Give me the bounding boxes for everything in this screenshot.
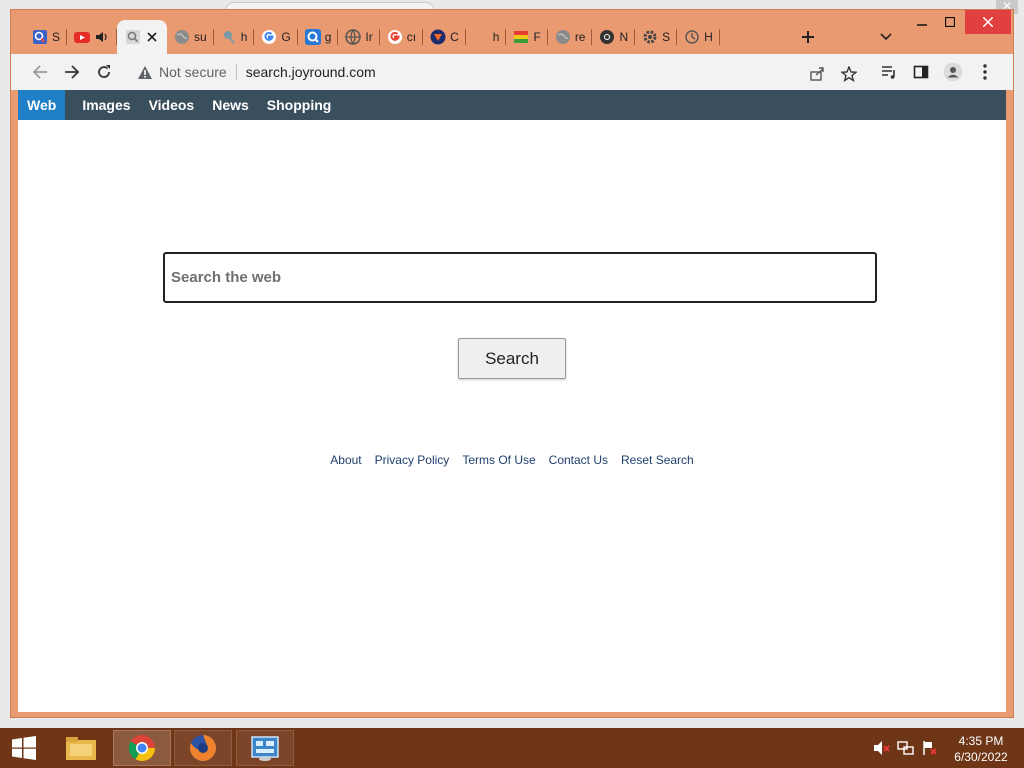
browser-tab[interactable]: G	[254, 20, 299, 54]
browser-tab[interactable]: re	[548, 20, 593, 54]
footer-links: About Privacy Policy Terms Of Use Contac…	[18, 453, 1006, 467]
clock-time: 4:35 PM	[958, 734, 1004, 748]
tab-title: S	[662, 30, 671, 44]
youtube-icon	[74, 29, 91, 45]
shield-icon	[430, 29, 446, 45]
nav-news[interactable]: News	[203, 90, 258, 120]
globe-icon	[174, 29, 190, 45]
browser-tab[interactable]: Ir	[338, 20, 381, 54]
kebab-menu-icon[interactable]	[973, 60, 997, 84]
browser-tab[interactable]: h	[466, 20, 507, 54]
tab-title: re	[574, 30, 586, 44]
nav-shopping[interactable]: Shopping	[258, 90, 341, 120]
flag-icon	[513, 29, 529, 45]
chrome-icon	[599, 29, 615, 45]
windows-start-button[interactable]	[0, 728, 48, 768]
globe-icon	[555, 29, 571, 45]
title-bar: S su h G g Ir cı C h F re N S H	[11, 10, 1013, 54]
tab-title: S	[52, 30, 61, 44]
tab-title: h	[492, 30, 500, 44]
maximize-button[interactable]	[937, 10, 963, 34]
browser-tab[interactable]: C	[423, 20, 466, 54]
q-search-icon	[304, 29, 321, 45]
browser-tab[interactable]	[67, 20, 118, 54]
search-category-nav: Web Images Videos News Shopping	[18, 90, 1006, 120]
search-input[interactable]	[163, 252, 877, 303]
browser-tab-active[interactable]	[117, 20, 168, 54]
back-arrow-icon[interactable]	[28, 60, 52, 84]
browser-tab[interactable]: su	[167, 20, 214, 54]
footer-link-contact-us[interactable]: Contact Us	[549, 453, 608, 467]
browser-tab[interactable]: F	[506, 20, 549, 54]
tab-title: C	[450, 30, 459, 44]
share-icon[interactable]	[807, 64, 827, 84]
nav-videos[interactable]: Videos	[140, 90, 204, 120]
tab-title: h	[240, 30, 248, 44]
tab-strip: S su h G g Ir cı C h F re N S H	[25, 20, 720, 54]
audio-playing-icon[interactable]	[94, 29, 110, 45]
new-tab-button[interactable]	[797, 26, 819, 48]
footer-link-about[interactable]: About	[330, 453, 361, 467]
close-window-button[interactable]	[965, 10, 1011, 34]
browser-tab[interactable]: g	[298, 20, 339, 54]
history-icon	[684, 29, 700, 45]
action-center-flag-icon[interactable]	[920, 738, 940, 758]
search-favicon-icon	[125, 29, 141, 45]
file-explorer-icon[interactable]	[52, 730, 110, 766]
browser-tab[interactable]: N	[592, 20, 635, 54]
search-favicon-icon	[32, 29, 48, 45]
gear-icon	[642, 29, 658, 45]
omnibox-divider	[235, 64, 237, 80]
browser-tab[interactable]: S	[635, 20, 678, 54]
url-text[interactable]: search.joyround.com	[246, 64, 376, 80]
tab-title: g	[324, 30, 332, 44]
google-icon	[261, 29, 277, 45]
browser-tab[interactable]: H	[677, 20, 720, 54]
close-tab-icon[interactable]	[145, 30, 159, 44]
firefox-icon[interactable]	[174, 730, 232, 766]
footer-link-reset-search[interactable]: Reset Search	[621, 453, 694, 467]
browser-tab[interactable]: cı	[380, 20, 424, 54]
browser-tab[interactable]: S	[25, 20, 68, 54]
reload-icon[interactable]	[92, 60, 116, 84]
nav-images[interactable]: Images	[73, 90, 139, 120]
side-panel-icon[interactable]	[909, 60, 933, 84]
search-button[interactable]: Search	[458, 338, 566, 379]
tab-title: G	[281, 30, 291, 44]
blank-icon	[473, 29, 489, 45]
google-icon	[387, 29, 403, 45]
warning-triangle-icon[interactable]	[137, 64, 153, 80]
footer-link-privacy-policy[interactable]: Privacy Policy	[375, 453, 450, 467]
tab-title: H	[704, 30, 713, 44]
media-control-icon[interactable]	[877, 60, 901, 84]
address-bar[interactable]: Not secure search.joyround.com	[127, 58, 863, 86]
page-viewport: Web Images Videos News Shopping Search A…	[18, 90, 1006, 712]
tab-search-chevron-icon[interactable]	[875, 26, 897, 48]
control-panel-icon[interactable]	[236, 730, 294, 766]
security-label[interactable]: Not secure	[159, 64, 227, 80]
magnifier-icon	[221, 29, 237, 45]
taskbar: 4:35 PM 6/30/2022	[0, 728, 1024, 768]
tab-title: cı	[406, 30, 417, 44]
nav-web[interactable]: Web	[18, 90, 66, 120]
browser-window: S su h G g Ir cı C h F re N S H Not secu…	[10, 9, 1014, 718]
footer-link-terms-of-use[interactable]: Terms Of Use	[462, 453, 535, 467]
chrome-icon[interactable]	[113, 730, 171, 766]
forward-arrow-icon[interactable]	[60, 60, 84, 84]
browser-tab[interactable]: h	[214, 20, 255, 54]
tab-title: N	[619, 30, 629, 44]
minimize-button[interactable]	[909, 10, 935, 34]
tab-title: su	[194, 30, 207, 44]
bookmark-star-icon[interactable]	[839, 64, 859, 84]
network-icon[interactable]	[896, 738, 916, 758]
globe-icon	[345, 29, 362, 45]
tab-title: Ir	[365, 30, 373, 44]
profile-avatar-icon[interactable]	[941, 60, 965, 84]
system-clock[interactable]: 4:35 PM 6/30/2022	[948, 733, 1014, 765]
browser-toolbar: Not secure search.joyround.com	[11, 54, 1013, 90]
volume-muted-icon[interactable]	[872, 738, 892, 758]
tab-title: F	[533, 30, 541, 44]
clock-date: 6/30/2022	[954, 750, 1008, 764]
